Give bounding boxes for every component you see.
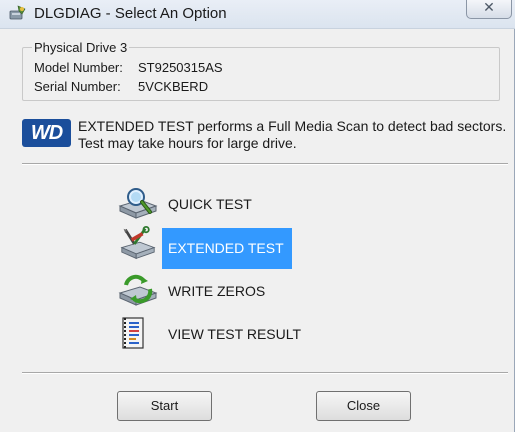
option-quick-test[interactable]: QUICK TEST (116, 186, 296, 222)
divider-bottom (22, 372, 508, 374)
close-icon: ✕ (483, 0, 495, 16)
option-extended-test[interactable]: EXTENDED TEST (116, 226, 296, 269)
description-line-1: EXTENDED TEST performs a Full Media Scan… (78, 118, 507, 134)
option-label: WRITE ZEROS (168, 283, 266, 299)
app-icon (9, 5, 26, 20)
model-value: ST9250315AS (138, 60, 223, 75)
start-button[interactable]: Start (117, 391, 212, 421)
serial-value: 5VCKBERD (138, 79, 209, 94)
wd-logo: WD (22, 119, 71, 147)
option-label: QUICK TEST (168, 196, 252, 212)
serial-row: Serial Number: 5VCKBERD (34, 79, 208, 94)
report-icon (122, 317, 144, 349)
model-label: Model Number: (34, 60, 123, 75)
group-title: Physical Drive 3 (32, 40, 130, 55)
window-title: DLGDIAG - Select An Option (34, 5, 227, 22)
close-button[interactable]: Close (316, 391, 411, 421)
serial-label: Serial Number: (34, 79, 121, 94)
model-row: Model Number: ST9250315AS (34, 60, 223, 75)
divider-top (22, 163, 508, 165)
title-bar[interactable]: DLGDIAG - Select An Option ✕ (0, 0, 515, 29)
option-view-test-result[interactable]: VIEW TEST RESULT (116, 316, 301, 352)
tools-drive-icon (120, 226, 156, 260)
option-label: VIEW TEST RESULT (168, 326, 302, 342)
magnifier-drive-icon (118, 188, 158, 219)
option-label: EXTENDED TEST (162, 228, 292, 269)
dialog-window: DLGDIAG - Select An Option ✕ Physical Dr… (0, 0, 515, 432)
option-write-zeros[interactable]: WRITE ZEROS (116, 273, 296, 309)
close-window-button[interactable]: ✕ (466, 0, 512, 19)
recycle-drive-icon (118, 274, 158, 306)
description-line-2: Test may take hours for large drive. (78, 135, 297, 151)
